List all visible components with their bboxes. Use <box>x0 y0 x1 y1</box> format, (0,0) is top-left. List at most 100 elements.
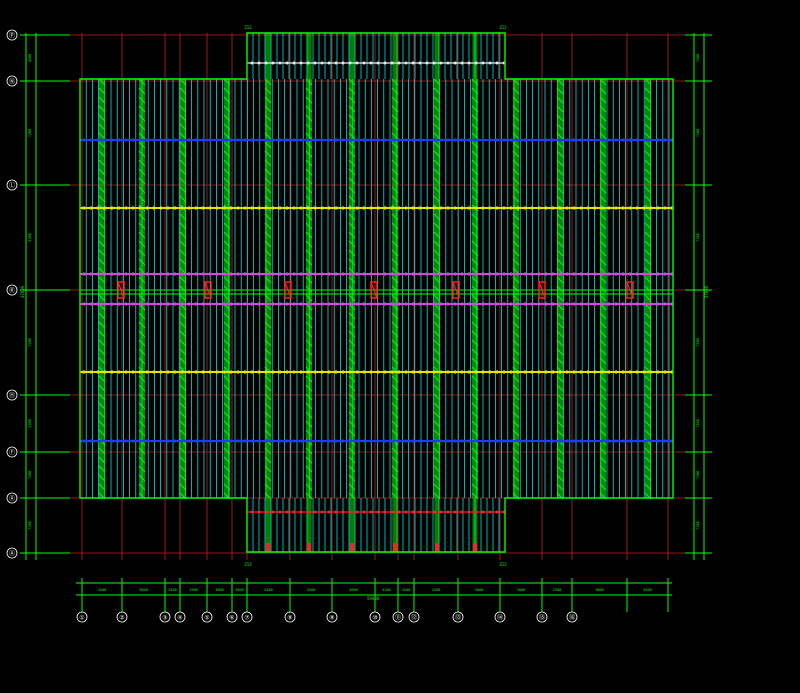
tie-rod-dot <box>222 302 226 306</box>
tie-rod-dot <box>341 302 345 306</box>
tie-rod-dot <box>180 439 184 443</box>
tie-rod-dot <box>537 439 541 443</box>
tie-rod-dot <box>124 439 128 443</box>
tie-rod-dot <box>180 370 184 374</box>
bracing-column <box>644 78 652 500</box>
tie-rod-dot <box>481 138 485 142</box>
annex-top-dot <box>376 61 380 65</box>
tie-rod-dot <box>285 302 289 306</box>
tie-rod-dot <box>586 138 590 142</box>
tie-rod-dot <box>425 138 429 142</box>
tie-rod-dot <box>530 370 534 374</box>
tie-rod-dot <box>187 206 191 210</box>
tie-rod-dot <box>383 272 387 276</box>
tie-rod-dot <box>488 370 492 374</box>
annex-bracing-band <box>434 33 440 79</box>
annex-top-dot <box>362 61 366 65</box>
tie-rod-dot <box>306 439 310 443</box>
tie-rod-dot <box>369 370 373 374</box>
tie-rod-dot <box>334 439 338 443</box>
tie-rod-dot <box>334 302 338 306</box>
tie-rod-dot <box>390 138 394 142</box>
column-bubble-label: ⑭ <box>497 614 503 622</box>
tie-rod-dot <box>376 138 380 142</box>
row-bubble-label: Ⓐ <box>9 550 15 558</box>
tie-rod-dot <box>404 138 408 142</box>
tie-rod-dot <box>348 272 352 276</box>
column-axis-bubble: ④ <box>174 611 186 623</box>
tie-rod-dot <box>299 272 303 276</box>
tie-rod-dot <box>250 302 254 306</box>
row-axis-bubble: Ⓟ <box>6 29 18 41</box>
tie-rod-dot <box>390 272 394 276</box>
tie-rod-dot <box>509 138 513 142</box>
tie-rod-dot <box>369 138 373 142</box>
column-axis-bubble: ⑪ <box>392 611 404 623</box>
tie-rod-dot <box>201 439 205 443</box>
tie-rod-dot <box>376 302 380 306</box>
tie-rod-dot <box>516 138 520 142</box>
tie-rod-dot <box>635 302 639 306</box>
tie-rod-dot <box>432 138 436 142</box>
annex-bracing-band <box>349 33 355 79</box>
tie-rod-dot <box>313 138 317 142</box>
annex-top-dot <box>397 61 401 65</box>
tie-rod-dot <box>243 439 247 443</box>
tie-rod-dot <box>656 439 660 443</box>
annex-bracing-band <box>306 33 312 79</box>
tie-rod-dot <box>649 138 653 142</box>
tie-rod-dot <box>467 138 471 142</box>
tie-rod-dot <box>425 302 429 306</box>
tie-rod-dot <box>579 206 583 210</box>
tie-rod-dot <box>586 302 590 306</box>
tie-rod-dot <box>264 206 268 210</box>
tie-rod-dot <box>495 206 499 210</box>
tie-rod-dot <box>621 138 625 142</box>
tie-rod-dot <box>159 138 163 142</box>
column-bubble-label: ⑮ <box>539 614 545 622</box>
tie-rod-dot <box>306 302 310 306</box>
tie-rod-dot <box>215 302 219 306</box>
tie-rod-dot <box>299 206 303 210</box>
tie-rod-dot <box>516 439 520 443</box>
bracing-column <box>348 33 356 552</box>
annex-top-dot <box>488 61 492 65</box>
tie-rod-dot <box>320 272 324 276</box>
tie-rod-dot <box>614 302 618 306</box>
tie-rod-dot <box>243 272 247 276</box>
tie-rod-dot <box>607 272 611 276</box>
tie-rod-dot <box>82 138 86 142</box>
tie-rod-dot <box>145 439 149 443</box>
tie-rod-dot <box>551 370 555 374</box>
tie-rod-dot <box>89 439 93 443</box>
tie-rod-dot <box>446 370 450 374</box>
tie-rod-dot <box>362 439 366 443</box>
row-axis-bubble: Ⓐ <box>6 547 18 559</box>
annex-top-dot <box>453 61 457 65</box>
tie-rod-dot <box>642 370 646 374</box>
bottom-dim-text: 4200 <box>402 588 410 592</box>
column-bubble-label: ⑯ <box>569 614 575 622</box>
tie-rod-dot <box>383 370 387 374</box>
tie-rod-dot <box>579 302 583 306</box>
tie-rod-dot <box>222 439 226 443</box>
column-bubble-label: ⑤ <box>204 615 209 622</box>
tie-rod-dot <box>558 206 562 210</box>
tie-rod-dot <box>481 206 485 210</box>
tie-rod-dot <box>425 370 429 374</box>
tie-rod-dot <box>299 439 303 443</box>
tie-rod-dot <box>607 439 611 443</box>
tie-rod-dot <box>502 302 506 306</box>
tie-rod-dot <box>593 302 597 306</box>
tie-rod-dot <box>439 370 443 374</box>
bracing-column <box>223 78 231 500</box>
tie-rod-dot <box>334 138 338 142</box>
tie-rod-dot <box>194 302 198 306</box>
tie-rod-dot <box>173 370 177 374</box>
tie-rod-dot <box>159 370 163 374</box>
tie-rod-dot <box>467 272 471 276</box>
tie-rod-dot <box>194 439 198 443</box>
tie-rod-dot <box>397 206 401 210</box>
tie-rod-dot <box>320 370 324 374</box>
annex-bottom-dot <box>313 510 317 514</box>
